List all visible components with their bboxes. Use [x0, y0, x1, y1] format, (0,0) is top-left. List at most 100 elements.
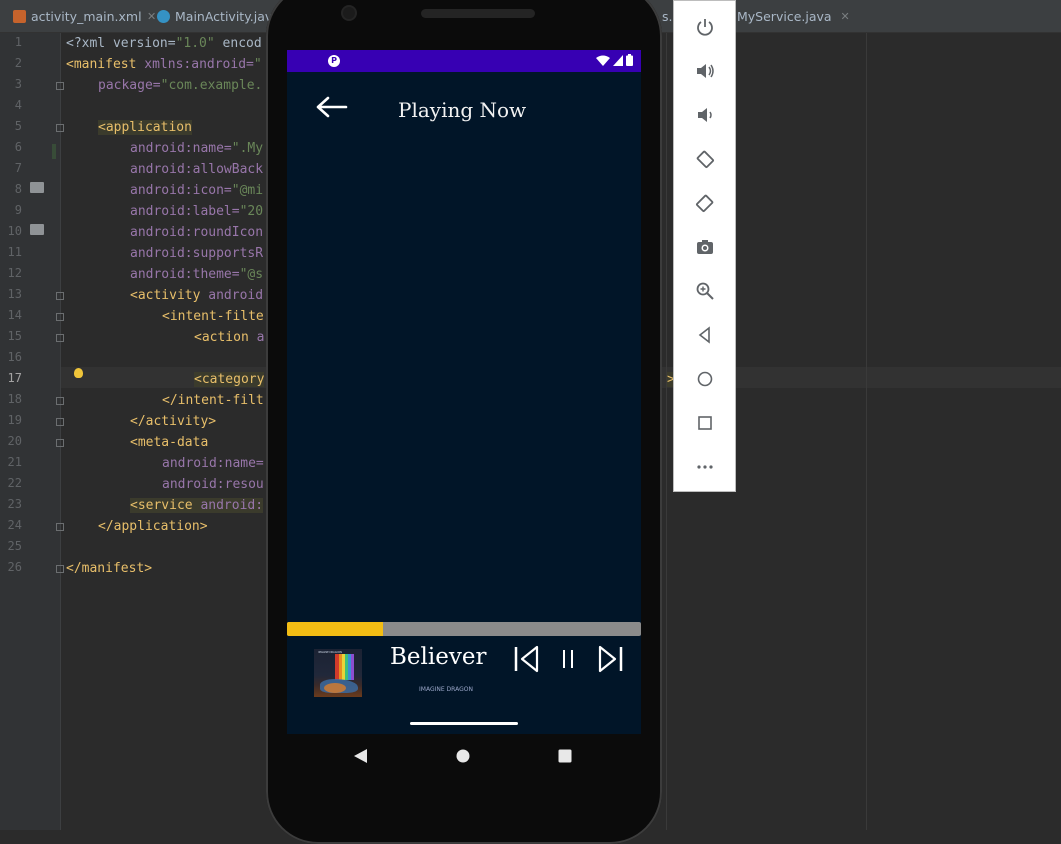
home-circle-icon[interactable]: [695, 369, 715, 389]
signal-icon: [613, 54, 623, 66]
line-number: 17: [7, 371, 22, 385]
playback-progress-fill: [287, 622, 383, 636]
code-line-2: <manifest xmlns:android=": [66, 57, 262, 72]
line-number: 10: [7, 224, 22, 238]
line-number: 23: [7, 497, 22, 511]
line-number: 15: [7, 329, 22, 343]
line-number: 26: [7, 560, 22, 574]
more-dots-icon[interactable]: [695, 457, 715, 477]
line-number: 24: [7, 518, 22, 532]
earpiece-speaker: [421, 9, 535, 18]
song-title: Believer: [390, 644, 487, 670]
status-icons: [596, 54, 633, 66]
line-number: 13: [7, 287, 22, 301]
tab-main-activity-java[interactable]: MainActivity.java: [157, 0, 280, 32]
emulator-side-toolbar: [673, 0, 736, 492]
overview-square-icon[interactable]: [695, 413, 715, 433]
code-line-11: android:supportsR: [130, 246, 264, 261]
back-arrow-icon[interactable]: [315, 94, 349, 120]
code-line-24: </application>: [98, 519, 208, 534]
code-line-21: android:name=: [162, 456, 264, 471]
line-number-gutter: 1 2 3 4 5 6 7 8 9 10 11 12 13 14 15 16 17 18 19 20 21 22 23 24 2…: [0, 33, 64, 830]
code-line-9: android:label="20: [130, 204, 264, 219]
system-navigation-bar: [287, 734, 641, 778]
artist-name: IMAGINE DRAGON: [419, 686, 473, 693]
line-number: 6: [14, 140, 22, 154]
code-line-8: android:icon="@mi: [130, 183, 264, 198]
line-number: 21: [7, 455, 22, 469]
code-line-23: <service android:: [130, 498, 264, 513]
code-line-26: </manifest>: [66, 561, 153, 576]
line-number: 22: [7, 476, 22, 490]
code-line-12: android:theme="@s: [130, 267, 264, 282]
line-number: 12: [7, 266, 22, 280]
code-line-19: </activity>: [130, 414, 217, 429]
xml-file-icon: [13, 9, 26, 23]
status-bar: P: [287, 50, 641, 72]
device-screen[interactable]: P Playing Now IMAGINE DRAGONS Believer I…: [287, 50, 641, 734]
java-class-icon: [157, 9, 170, 23]
wifi-icon: [596, 55, 610, 66]
power-icon[interactable]: [695, 17, 715, 37]
line-number: 8: [14, 182, 22, 196]
line-number: 5: [14, 119, 22, 133]
pause-icon[interactable]: [553, 644, 583, 674]
line-number: 25: [7, 539, 22, 553]
screenshot-camera-icon[interactable]: [695, 237, 715, 257]
code-line-7: android:allowBack: [130, 162, 264, 177]
close-tab-activity-main-button[interactable]: ✕: [143, 0, 156, 32]
code-line-13: <activity android: [130, 288, 264, 303]
line-number: 14: [7, 308, 22, 322]
previous-track-icon[interactable]: [513, 644, 543, 674]
line-number: 2: [14, 56, 22, 70]
code-line-20: <meta-data: [130, 435, 209, 450]
line-number: 20: [7, 434, 22, 448]
code-line-1: <?xml version="1.0" encod: [66, 36, 262, 51]
front-camera: [343, 7, 355, 19]
line-number: 9: [14, 203, 22, 217]
back-icon[interactable]: [354, 749, 367, 763]
code-line-17: <category: [194, 372, 265, 387]
tab-label: MyService.java: [737, 8, 832, 24]
close-icon[interactable]: ✕: [147, 10, 156, 23]
code-line-10: android:roundIcon: [130, 225, 264, 240]
code-line-18: </intent-filt: [162, 393, 264, 408]
code-line-3: package="com.example.: [98, 78, 263, 93]
close-icon[interactable]: ✕: [841, 10, 850, 23]
line-number: 18: [7, 392, 22, 406]
tab-activity-main-xml[interactable]: activity_main.xml: [13, 0, 142, 32]
code-line-14: <intent-filte: [162, 309, 264, 324]
playback-seekbar[interactable]: [287, 622, 641, 636]
volume-up-icon[interactable]: [695, 61, 715, 81]
line-number: 16: [7, 350, 22, 364]
line-number: 4: [14, 98, 22, 112]
image-resource-icon[interactable]: [30, 182, 44, 193]
changed-line-marker: [52, 144, 56, 159]
recents-icon[interactable]: [558, 749, 572, 763]
zoom-icon[interactable]: [695, 281, 715, 301]
rotate-right-icon[interactable]: [695, 193, 715, 213]
code-line-22: android:resou: [162, 477, 264, 492]
line-number: 11: [7, 245, 22, 259]
battery-icon: [626, 54, 633, 66]
line-number: 3: [14, 77, 22, 91]
image-resource-icon[interactable]: [30, 224, 44, 235]
line-number: 19: [7, 413, 22, 427]
tab-label: activity_main.xml: [31, 8, 142, 24]
tab-label: MainActivity.java: [175, 8, 280, 24]
rotate-left-icon[interactable]: [695, 149, 715, 169]
album-art: IMAGINE DRAGONS: [314, 649, 362, 697]
code-line-6: android:name=".My: [130, 141, 264, 156]
volume-down-icon[interactable]: [695, 105, 715, 125]
line-number: 1: [14, 35, 22, 49]
code-line-5: <application: [98, 120, 192, 135]
back-triangle-icon[interactable]: [695, 325, 715, 345]
home-icon[interactable]: [456, 749, 470, 763]
app-notification-icon: P: [328, 55, 340, 67]
page-title: Playing Now: [398, 98, 527, 122]
next-track-icon[interactable]: [594, 644, 624, 674]
gesture-home-pill[interactable]: [410, 722, 518, 725]
code-line-15: <action a: [194, 330, 265, 345]
tab-my-service-java[interactable]: MyService.java ✕: [737, 0, 850, 32]
line-number: 7: [14, 161, 22, 175]
